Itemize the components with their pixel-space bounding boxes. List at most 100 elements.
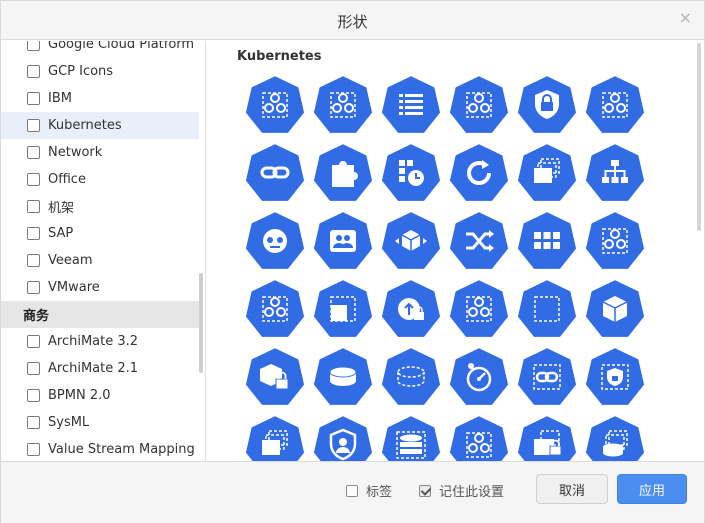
library-item-label: ArchiMate 3.2 [48, 334, 139, 349]
gauge-icon[interactable] [449, 347, 509, 407]
shuffle-icon[interactable] [449, 211, 509, 271]
remember-option-label: 记住此设置 [439, 485, 505, 500]
grid-icon[interactable] [517, 211, 577, 271]
labels-option[interactable]: 标签 [346, 481, 392, 500]
stacked-pages-icon[interactable] [517, 143, 577, 203]
library-item[interactable]: Network [1, 139, 199, 166]
library-checkbox[interactable] [27, 41, 40, 51]
shape-section-title: Kubernetes [237, 49, 322, 64]
library-list-scrollbar[interactable] [199, 273, 203, 373]
library-item[interactable]: ArchiMate 2.1 [1, 355, 199, 382]
library-item[interactable]: SAP [1, 220, 199, 247]
upload-lock-icon[interactable] [381, 279, 441, 339]
library-item-label: Kubernetes [48, 118, 122, 133]
library-checkbox[interactable] [27, 65, 40, 78]
refresh-icon[interactable] [449, 143, 509, 203]
library-item-label: BPMN 2.0 [48, 388, 111, 403]
library-item-label: Office [48, 172, 86, 187]
library-item-label: GCP Icons [48, 64, 114, 79]
remember-checkbox[interactable] [419, 484, 431, 497]
database-icon[interactable] [381, 415, 441, 461]
library-item[interactable]: IBM [1, 85, 199, 112]
library-checkbox[interactable] [27, 173, 40, 186]
shape-preview-pane[interactable]: Kubernetes [207, 41, 704, 461]
k8s-gear-cluster-icon[interactable] [245, 75, 305, 135]
k8s-gear-cluster-icon[interactable] [585, 211, 645, 271]
link-icon[interactable] [245, 143, 305, 203]
library-checkbox[interactable] [27, 281, 40, 294]
library-item[interactable]: Kubernetes [1, 112, 199, 139]
lock-pages-icon[interactable] [517, 415, 577, 461]
library-item-label: Network [48, 145, 103, 160]
k8s-gear-cluster-icon[interactable] [245, 279, 305, 339]
library-checkbox[interactable] [27, 443, 40, 456]
cube-icon[interactable] [585, 279, 645, 339]
library-item-label: IBM [48, 91, 72, 106]
close-icon[interactable]: × [679, 9, 692, 27]
library-item[interactable]: ArchiMate 3.2 [1, 328, 199, 355]
cube-arrows-icon[interactable] [381, 211, 441, 271]
library-item[interactable]: Veeam [1, 247, 199, 274]
k8s-gear-cluster-icon[interactable] [449, 75, 509, 135]
library-item[interactable]: SysML [1, 409, 199, 436]
library-list: Google Cloud Platform GCP Icons IBM Kuberne… [1, 41, 199, 461]
library-item-label: 机架 [48, 201, 75, 216]
library-item[interactable]: Google Cloud Platform [1, 41, 199, 58]
remember-option[interactable]: 记住此设置 [419, 481, 504, 500]
library-item[interactable]: Office [1, 166, 199, 193]
library-checkbox[interactable] [27, 362, 40, 375]
library-item[interactable]: Value Stream Mapping [1, 436, 199, 461]
k8s-gear-cluster-icon[interactable] [313, 75, 373, 135]
list-icon[interactable] [381, 75, 441, 135]
apply-button[interactable]: 应用 [617, 474, 687, 504]
shapes-dialog: 形状 × Google Cloud Platform GCP Icons IBM Ku… [0, 0, 705, 523]
dialog-titlebar: 形状 × [1, 1, 704, 40]
library-checkbox[interactable] [27, 92, 40, 105]
stacked-pages-icon[interactable] [245, 415, 305, 461]
cube-lock-icon[interactable] [245, 347, 305, 407]
shape-preview-scrollbar[interactable] [697, 43, 701, 231]
disk-pages-icon[interactable] [585, 415, 645, 461]
library-checkbox[interactable] [27, 254, 40, 267]
dialog-title: 形状 [337, 13, 368, 31]
dashed-lock-icon[interactable] [585, 347, 645, 407]
library-checkbox[interactable] [27, 227, 40, 240]
library-item-label: Google Cloud Platform [48, 41, 195, 52]
dashed-disk-icon[interactable] [381, 347, 441, 407]
library-checkbox[interactable] [27, 389, 40, 402]
hierarchy-icon[interactable] [585, 143, 645, 203]
library-item-label: SysML [48, 415, 90, 430]
k8s-gear-cluster-icon[interactable] [585, 75, 645, 135]
cronjob-icon[interactable] [381, 143, 441, 203]
puzzle-icon[interactable] [313, 143, 373, 203]
library-item[interactable]: BPMN 2.0 [1, 382, 199, 409]
cancel-button[interactable]: 取消 [536, 474, 608, 504]
library-checkbox[interactable] [27, 416, 40, 429]
library-checkbox[interactable] [27, 146, 40, 159]
library-item-label: SAP [48, 226, 74, 241]
user-shield-icon[interactable] [313, 415, 373, 461]
library-section-header[interactable]: 商务 [1, 301, 199, 328]
group-card-icon[interactable] [313, 211, 373, 271]
dashed-frame-icon[interactable] [517, 279, 577, 339]
library-checkbox[interactable] [27, 335, 40, 348]
labels-option-label: 标签 [366, 485, 393, 500]
robot-head-icon[interactable] [245, 211, 305, 271]
library-checkbox[interactable] [27, 119, 40, 132]
library-item[interactable]: GCP Icons [1, 58, 199, 85]
dashed-square-icon[interactable] [313, 279, 373, 339]
lock-badge-icon[interactable] [517, 75, 577, 135]
library-item-label: Veeam [48, 253, 93, 268]
disk-icon[interactable] [313, 347, 373, 407]
k8s-gear-cluster-icon[interactable] [449, 279, 509, 339]
dialog-footer: 标签 记住此设置 取消 应用 [1, 461, 704, 523]
library-item-label: VMware [48, 280, 100, 295]
library-item[interactable]: VMware [1, 274, 199, 301]
labels-checkbox[interactable] [346, 484, 358, 497]
k8s-gear-cluster-icon[interactable] [449, 415, 509, 461]
library-checkbox[interactable] [27, 200, 40, 213]
dashed-link-icon[interactable] [517, 347, 577, 407]
library-item-label: ArchiMate 2.1 [48, 361, 139, 376]
library-item[interactable]: 机架 [1, 193, 199, 220]
library-list-pane[interactable]: Google Cloud Platform GCP Icons IBM Kuberne… [1, 41, 206, 461]
